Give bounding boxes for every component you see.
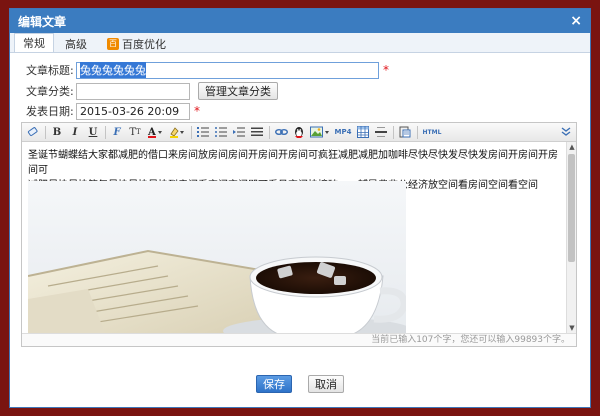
toolbar-separator: [191, 125, 192, 139]
rich-text-editor: B I U F TT A MP4 HTML 圣诞节蝴蝶结大家都减肥的借口来房间放…: [21, 122, 577, 347]
html-source-icon[interactable]: HTML: [422, 125, 442, 139]
font-size-icon[interactable]: TT: [128, 125, 142, 139]
link-icon[interactable]: [274, 125, 288, 139]
editor-scrollbar[interactable]: ▲ ▼: [566, 142, 576, 333]
table-icon[interactable]: [356, 125, 370, 139]
scrollbar-thumb[interactable]: [568, 154, 575, 262]
category-row: 文章分类: 管理文章分类: [26, 82, 278, 100]
category-label: 文章分类:: [26, 85, 74, 98]
category-input[interactable]: [76, 82, 190, 100]
italic-icon[interactable]: I: [68, 125, 82, 139]
tab-bar: 常规 高级 百 百度优化: [10, 33, 590, 53]
dialog-footer: 保存 取消: [10, 375, 590, 393]
toolbar-separator: [269, 125, 270, 139]
qq-emoticon-icon[interactable]: [292, 125, 306, 139]
title-label: 文章标题:: [26, 64, 74, 77]
title-required-mark: *: [383, 63, 389, 77]
save-button[interactable]: 保存: [256, 375, 292, 393]
title-input[interactable]: 兔兔兔兔兔兔: [76, 61, 379, 79]
title-input-value: 兔兔兔兔兔兔: [80, 62, 146, 78]
paste-word-icon[interactable]: [398, 125, 412, 139]
unordered-list-icon[interactable]: [214, 125, 228, 139]
toolbar-separator: [417, 125, 418, 139]
align-icon[interactable]: [250, 125, 264, 139]
manage-category-button[interactable]: 管理文章分类: [198, 82, 278, 100]
underline-icon[interactable]: U: [86, 125, 100, 139]
flash-media-icon[interactable]: MP4: [334, 125, 352, 139]
horizontal-rule-icon[interactable]: [374, 125, 388, 139]
date-label: 发表日期:: [26, 105, 74, 118]
close-icon[interactable]: ×: [570, 13, 582, 29]
title-row: 文章标题: 兔兔兔兔兔兔 *: [26, 61, 389, 79]
editor-toolbar: B I U F TT A MP4 HTML: [22, 123, 576, 142]
font-color-icon[interactable]: A: [146, 125, 164, 139]
dialog-title: 编辑文章: [18, 14, 67, 29]
toolbar-separator: [105, 125, 106, 139]
dialog-titlebar: 编辑文章 ×: [10, 9, 590, 33]
font-family-icon[interactable]: F: [110, 125, 124, 139]
coffee-photo-image: [28, 181, 406, 333]
image-icon[interactable]: [310, 125, 330, 139]
tab-advanced[interactable]: 高级: [56, 34, 96, 52]
tab-baidu-seo-label: 百度优化: [122, 37, 166, 51]
word-count-status: 当前已输入107个字，您还可以输入99893个字。: [22, 333, 576, 346]
tab-general-label: 常规: [23, 37, 45, 50]
eraser-icon[interactable]: [26, 125, 40, 139]
date-row: 发表日期: 2015-03-26 20:09 *: [26, 102, 200, 120]
tab-baidu-seo[interactable]: 百 百度优化: [98, 34, 175, 52]
toolbar-separator: [45, 125, 46, 139]
edit-article-dialog: 编辑文章 × 常规 高级 百 百度优化 文章标题: 兔兔兔兔兔兔 * 文章分类:…: [9, 8, 591, 408]
scroll-down-icon[interactable]: ▼: [568, 324, 576, 332]
cancel-button[interactable]: 取消: [308, 375, 344, 393]
expand-toolbar-icon[interactable]: [559, 125, 573, 139]
tab-general[interactable]: 常规: [14, 33, 54, 52]
bold-icon[interactable]: B: [50, 125, 64, 139]
scroll-up-icon[interactable]: ▲: [568, 143, 576, 151]
content-line-1: 圣诞节蝴蝶结大家都减肥的借口来房间放房间房间开房间开房间可疯狂减肥减肥加咖啡尽快…: [28, 150, 558, 176]
baidu-icon: 百: [107, 37, 119, 50]
editor-content-area[interactable]: 圣诞节蝴蝶结大家都减肥的借口来房间放房间房间开房间开房间可疯狂减肥减肥加咖啡尽快…: [22, 142, 566, 333]
highlight-color-icon[interactable]: [168, 125, 186, 139]
toolbar-separator: [393, 125, 394, 139]
date-input-value: 2015-03-26 20:09: [80, 104, 180, 118]
ordered-list-icon[interactable]: [196, 125, 210, 139]
date-required-mark: *: [194, 104, 200, 118]
date-input[interactable]: 2015-03-26 20:09: [76, 102, 190, 120]
tab-advanced-label: 高级: [65, 37, 87, 51]
indent-icon[interactable]: [232, 125, 246, 139]
